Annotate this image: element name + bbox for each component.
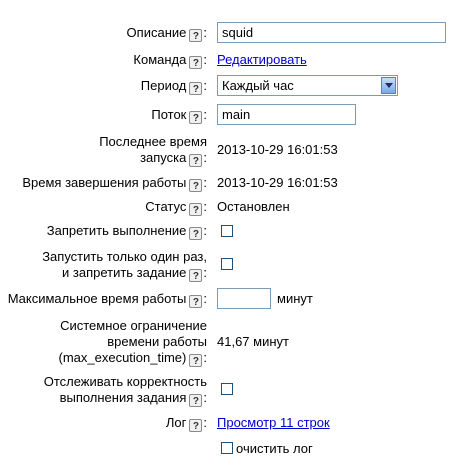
- command-label: Команда?:: [133, 52, 207, 69]
- help-icon[interactable]: ?: [189, 111, 203, 124]
- max-time-label: Максимальное время работы?:: [7, 291, 207, 308]
- period-selected-value: Каждый час: [222, 78, 294, 93]
- last-run-label: Последнее время запуска?:: [99, 134, 207, 167]
- help-icon[interactable]: ?: [189, 203, 203, 216]
- help-icon[interactable]: ?: [189, 179, 203, 192]
- run-once-checkbox[interactable]: [221, 258, 233, 270]
- help-icon[interactable]: ?: [189, 82, 203, 95]
- help-icon[interactable]: ?: [189, 295, 203, 308]
- thread-label: Поток?:: [151, 107, 207, 124]
- forbid-label: Запретить выполнение?:: [46, 223, 207, 240]
- sys-limit-label: Системное ограничение времени работы (max_…: [58, 318, 207, 367]
- track-checkbox[interactable]: [221, 383, 233, 395]
- max-time-input[interactable]: [217, 288, 271, 309]
- period-label: Период?:: [140, 78, 207, 95]
- chevron-down-icon[interactable]: [381, 77, 396, 94]
- edit-command-link[interactable]: Редактировать: [217, 52, 307, 68]
- help-icon[interactable]: ?: [189, 419, 203, 432]
- help-icon[interactable]: ?: [189, 154, 203, 167]
- clear-log-label: очистить лог: [236, 441, 313, 456]
- help-icon[interactable]: ?: [189, 269, 203, 282]
- forbid-checkbox[interactable]: [221, 225, 233, 237]
- sys-limit-value: 41,67 минут: [217, 334, 289, 349]
- description-label: Описание?:: [126, 25, 207, 42]
- description-input[interactable]: [217, 22, 446, 43]
- track-label: Отслеживать корректность выполнения задан…: [43, 374, 207, 407]
- help-icon[interactable]: ?: [189, 29, 203, 42]
- thread-input[interactable]: [217, 104, 356, 125]
- status-label: Статус?:: [145, 199, 207, 216]
- end-time-value: 2013-10-29 16:01:53: [217, 175, 338, 190]
- end-time-label: Время завершения работы?:: [22, 175, 207, 192]
- period-select[interactable]: Каждый час: [217, 75, 398, 96]
- help-icon[interactable]: ?: [189, 394, 203, 407]
- log-label: Лог?:: [165, 415, 207, 432]
- last-run-value: 2013-10-29 16:01:53: [217, 142, 338, 157]
- view-log-link[interactable]: Просмотр 11 строк: [217, 415, 330, 431]
- max-time-unit: минут: [277, 291, 313, 306]
- help-icon[interactable]: ?: [189, 354, 203, 367]
- status-value: Остановлен: [217, 199, 290, 214]
- help-icon[interactable]: ?: [189, 227, 203, 240]
- help-icon[interactable]: ?: [189, 56, 203, 69]
- clear-log-checkbox[interactable]: [221, 442, 233, 454]
- run-once-label: Запустить только один раз, и запретить за…: [42, 249, 207, 282]
